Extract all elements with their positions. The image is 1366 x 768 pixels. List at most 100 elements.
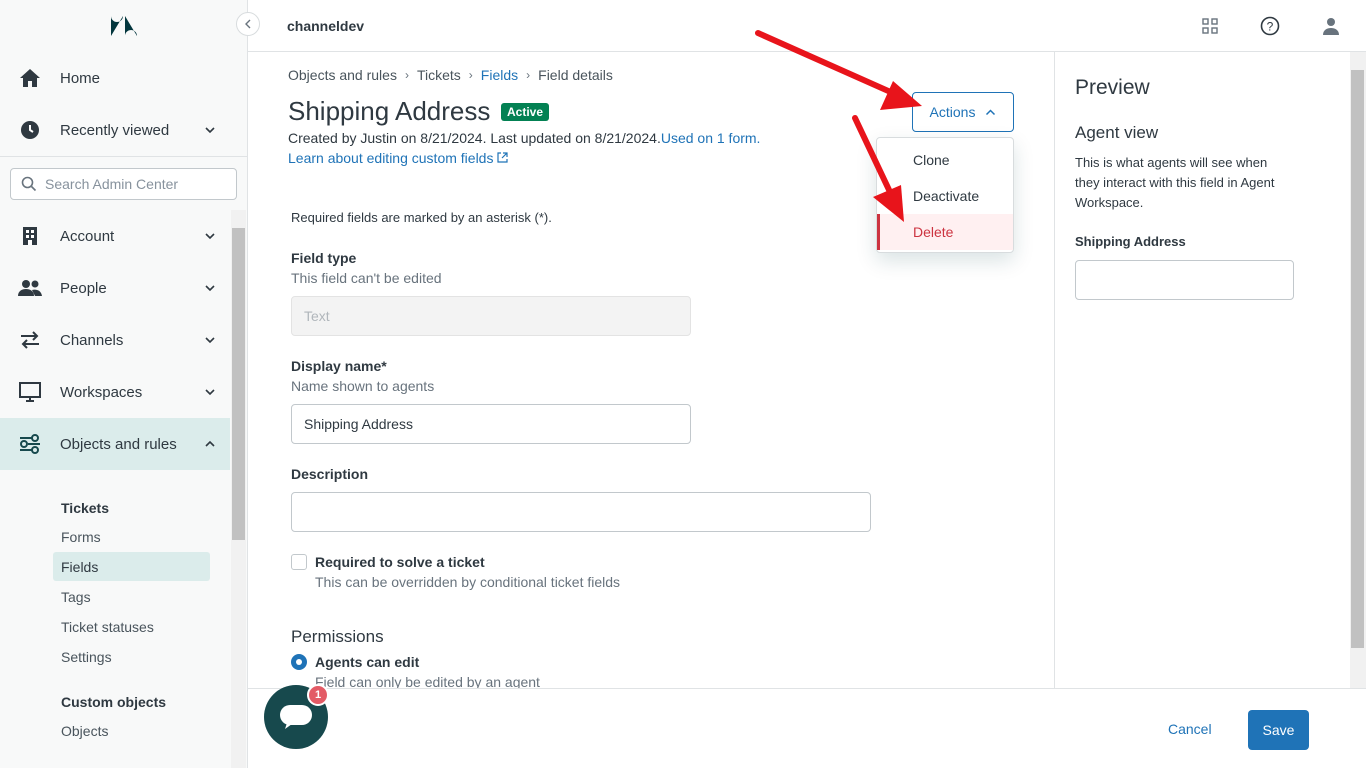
actions-menu: Clone Deactivate Delete [876,137,1014,253]
sidebar-item-people[interactable]: People [0,262,230,314]
display-name-value: Shipping Address [304,416,413,432]
breadcrumb: Objects and rules › Tickets › Fields › F… [288,67,613,83]
menu-item-deactivate[interactable]: Deactivate [877,178,1013,214]
agents-can-edit-label[interactable]: Agents can edit [315,654,419,670]
chevron-left-icon [245,19,251,29]
sidebar-item-label: People [60,279,107,297]
used-on-form-link[interactable]: Used on 1 form. [661,130,761,146]
home-icon [18,66,42,90]
search-icon [21,176,37,192]
chevron-right-icon: › [526,68,531,82]
sidebar-item-label: Home [60,69,101,87]
sidebar-scrollbar-thumb[interactable] [232,228,245,540]
arrows-swap-icon [18,328,42,352]
people-icon [18,276,42,300]
sidebar-divider [0,156,248,157]
sub-item-forms[interactable]: Forms [61,529,101,545]
sidebar-item-label: Account [60,227,115,245]
agent-view-heading: Agent view [1075,123,1159,142]
required-hint: This can be overridden by conditional ti… [315,574,621,590]
actions-label: Actions [929,104,976,120]
sidebar-item-objects-and-rules[interactable]: Objects and rules [0,418,230,470]
field-type-value: Text [304,308,330,324]
page-title: Shipping Address [288,96,491,126]
sidebar-item-home[interactable]: Home [0,52,230,104]
description-label: Description [291,466,369,482]
actions-button[interactable]: Actions [912,92,1014,132]
required-label[interactable]: Required to solve a ticket [315,554,485,570]
description-input[interactable] [291,492,871,532]
account-name: channeldev [287,18,365,34]
sidebar-item-workspaces[interactable]: Workspaces [0,366,230,418]
field-type-label: Field type [291,250,357,266]
preview-field-label: Shipping Address [1075,234,1186,249]
admin-sidebar: Home Recently viewed Search Admin Center… [0,0,248,768]
field-type-input: Text [291,296,691,336]
chevron-up-icon [986,108,996,115]
sidebar-item-label: Workspaces [60,383,143,401]
apps-grid-icon[interactable] [1200,16,1220,36]
chevron-down-icon [205,233,215,240]
breadcrumb-tickets[interactable]: Tickets [417,67,461,83]
chat-notification-badge: 1 [307,684,329,706]
top-bar: channeldev ? [248,0,1366,52]
preview-field-input[interactable] [1075,260,1294,300]
status-badge: Active [501,103,550,121]
agents-can-edit-radio[interactable] [291,654,307,670]
main-scrollbar-thumb[interactable] [1351,70,1364,648]
chevron-right-icon: › [404,68,409,82]
sub-item-tags[interactable]: Tags [61,589,91,605]
preview-heading: Preview [1075,76,1150,99]
permissions-heading: Permissions [291,627,384,646]
required-checkbox[interactable] [291,554,307,570]
sub-item-settings[interactable]: Settings [61,649,112,665]
chevron-down-icon [205,127,215,134]
sidebar-item-label: Recently viewed [60,121,170,139]
display-name-hint: Name shown to agents [291,378,435,394]
sidebar-item-label: Channels [60,331,124,349]
sidebar-item-channels[interactable]: Channels [0,314,230,366]
sub-item-fields[interactable]: Fields [61,559,98,575]
field-type-hint: This field can't be edited [291,270,442,286]
sub-item-ticket-statuses[interactable]: Ticket statuses [61,619,154,635]
preview-panel: Preview Agent view This is what agents w… [1054,52,1350,688]
save-button[interactable]: Save [1248,710,1309,750]
display-name-label: Display name* [291,358,387,374]
collapse-sidebar-button[interactable] [236,12,260,36]
required-note: Required fields are marked by an asteris… [291,210,552,225]
svg-text:?: ? [1267,20,1274,34]
sub-item-objects[interactable]: Objects [61,723,108,739]
chat-bubble-icon [280,705,312,729]
chevron-down-icon [205,389,215,396]
meta-text: Created by Justin on 8/21/2024. Last upd… [288,130,661,146]
main-scrollbar[interactable] [1350,52,1366,688]
display-name-input[interactable]: Shipping Address [291,404,691,444]
chevron-right-icon: › [468,68,473,82]
admin-search-input[interactable]: Search Admin Center [10,168,237,200]
cancel-button[interactable]: Cancel [1168,721,1212,737]
sidebar-item-label: Objects and rules [60,435,177,453]
sidebar-item-recently-viewed[interactable]: Recently viewed [0,104,230,156]
clock-icon [18,118,42,142]
external-link-icon [497,152,508,163]
user-avatar-icon[interactable] [1321,16,1341,36]
menu-item-clone[interactable]: Clone [877,142,1013,178]
sidebar-item-account[interactable]: Account [0,210,230,262]
chevron-down-icon [205,285,215,292]
zendesk-logo[interactable] [110,14,138,38]
footer-bar: Cancel Save [248,688,1366,768]
preview-description: This is what agents will see when they i… [1075,155,1275,210]
breadcrumb-field-details: Field details [538,67,613,83]
menu-item-delete[interactable]: Delete [877,214,1013,250]
building-icon [18,224,42,248]
chevron-down-icon [205,337,215,344]
breadcrumb-fields[interactable]: Fields [481,67,518,83]
monitor-icon [18,380,42,404]
sub-heading-tickets: Tickets [61,500,109,516]
learn-more-link[interactable]: Learn about editing custom fields [288,150,508,166]
search-placeholder: Search Admin Center [45,176,179,192]
chevron-up-icon [205,440,215,447]
sub-heading-custom-objects: Custom objects [61,694,167,710]
help-icon[interactable]: ? [1260,16,1280,36]
breadcrumb-objects-and-rules[interactable]: Objects and rules [288,67,397,83]
